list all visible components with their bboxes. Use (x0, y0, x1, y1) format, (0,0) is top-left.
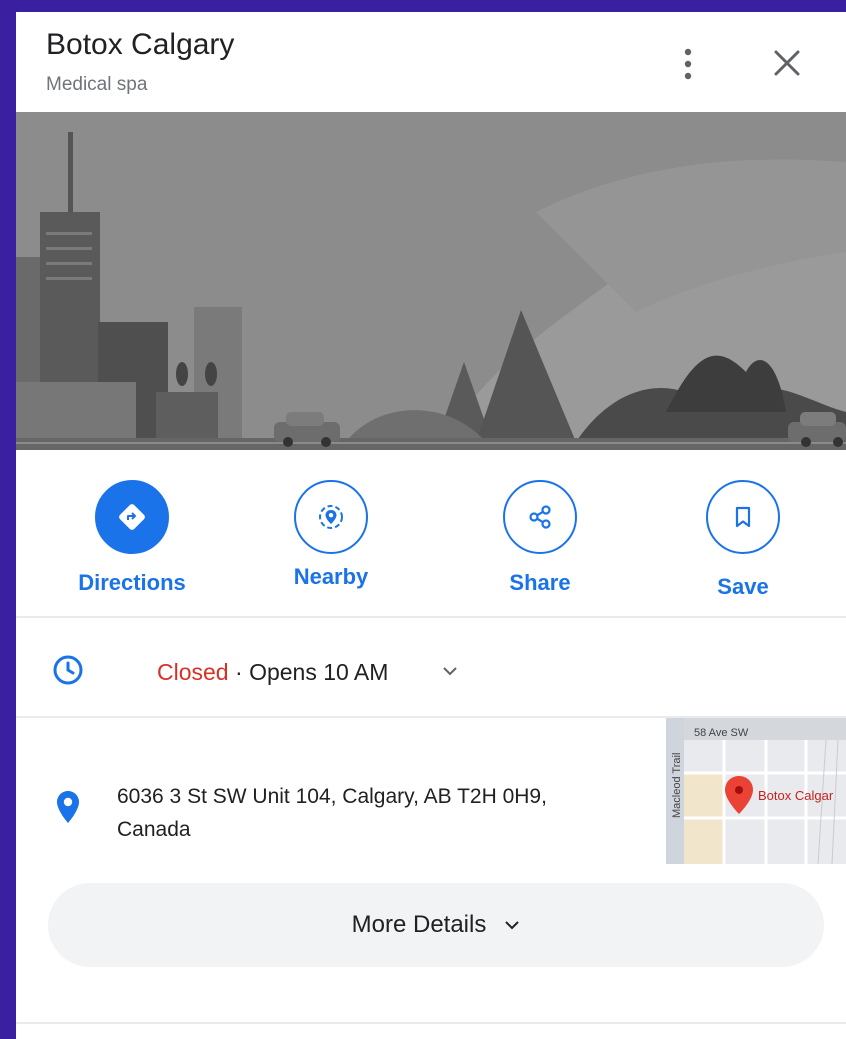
hours-separator: · (228, 659, 250, 685)
address-line-2: Canada (117, 818, 191, 841)
mini-map[interactable]: 58 Ave SW Macleod Trail Botox Calgar (666, 718, 846, 864)
close-icon[interactable] (770, 46, 804, 80)
place-panel: Botox Calgary Medical spa Directions Nea… (16, 12, 846, 1039)
address-line-1: 6036 3 St SW Unit 104, Calgary, AB T2H 0… (117, 785, 547, 808)
more-details-button[interactable]: More Details (48, 883, 824, 967)
directions-label: Directions (78, 570, 186, 595)
share-button[interactable]: Share (460, 480, 620, 596)
more-options-icon[interactable] (676, 44, 700, 84)
chevron-down-icon[interactable] (442, 665, 458, 677)
opens-time: Opens 10 AM (249, 659, 389, 685)
address: 6036 3 St SW Unit 104, Calgary, AB T2H 0… (117, 780, 637, 846)
map-marker-label: Botox Calgar (758, 788, 834, 803)
more-details-label: More Details (351, 911, 487, 938)
nearby-label: Nearby (293, 564, 369, 589)
directions-button[interactable]: Directions (52, 480, 212, 596)
map-street-side: Macleod Trail (671, 753, 683, 818)
save-label: Save (717, 574, 769, 599)
hours-row[interactable]: Closed · Opens 10 AM (16, 618, 846, 718)
action-bar: Directions Nearby Share Save (16, 450, 846, 616)
clock-icon (53, 655, 83, 685)
share-label: Share (509, 570, 571, 595)
place-photo-placeholder (16, 112, 846, 450)
directions-icon (95, 480, 169, 554)
share-icon (503, 480, 577, 554)
place-title: Botox Calgary (46, 28, 235, 61)
bookmark-icon (706, 480, 780, 554)
hours-status: Closed · Opens 10 AM (157, 659, 388, 686)
location-pin-icon (57, 791, 79, 823)
place-category: Medical spa (46, 74, 148, 95)
map-street-top: 58 Ave SW (694, 727, 749, 739)
save-button[interactable]: Save (663, 480, 823, 600)
nearby-button[interactable]: Nearby (251, 480, 411, 590)
place-header: Botox Calgary Medical spa (16, 12, 846, 112)
closed-status: Closed (157, 659, 229, 685)
chevron-down-icon (505, 921, 520, 930)
divider (16, 1022, 846, 1024)
address-row[interactable]: 6036 3 St SW Unit 104, Calgary, AB T2H 0… (16, 718, 846, 868)
nearby-icon (294, 480, 368, 554)
